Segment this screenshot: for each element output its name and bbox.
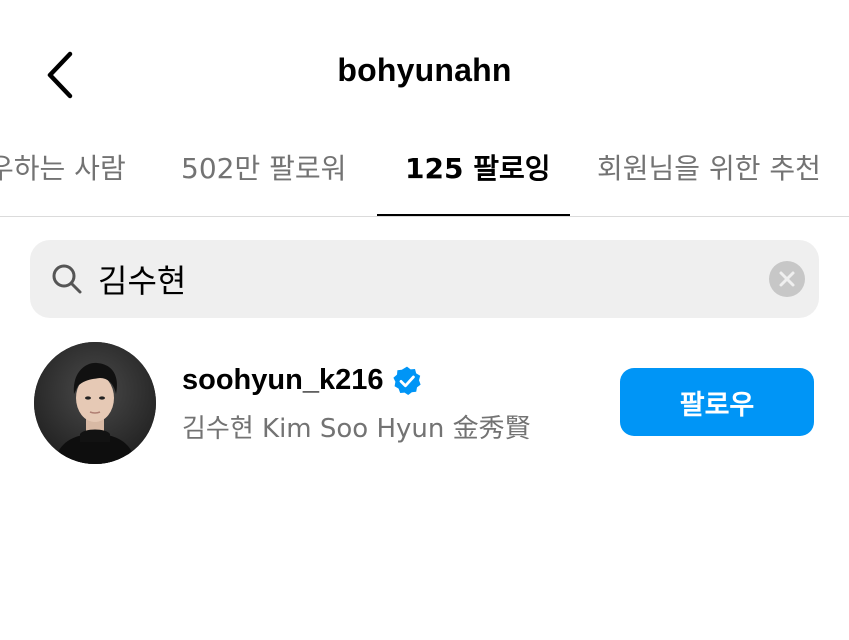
full-name: 김수현 Kim Soo Hyun 金秀賢 (182, 414, 531, 444)
tab-bar: 우하는 사람 502만 팔로워 125 팔로잉 회원님을 위한 추천 (0, 140, 849, 217)
list-item[interactable]: soohyun_k216 김수현 Kim Soo Hyun 金秀賢 팔로우 (0, 338, 849, 468)
following-list-screen: bohyunahn 우하는 사람 502만 팔로워 125 팔로잉 회원님을 위… (0, 0, 849, 640)
active-tab-indicator (377, 214, 570, 216)
header: bohyunahn (0, 0, 849, 140)
follow-button[interactable]: 팔로우 (620, 368, 814, 436)
search-input[interactable] (98, 254, 738, 304)
clear-circle-icon[interactable] (768, 260, 806, 298)
username[interactable]: soohyun_k216 (182, 364, 383, 397)
tab-followers-you-know[interactable]: 우하는 사람 (0, 140, 126, 216)
search-bar[interactable] (30, 240, 819, 318)
username-line: soohyun_k216 (182, 364, 423, 397)
page-title: bohyunahn (337, 52, 512, 88)
search-icon (52, 264, 82, 294)
avatar-image (34, 342, 156, 464)
tab-followers[interactable]: 502만 팔로워 (181, 140, 346, 216)
verified-badge-icon (393, 366, 422, 395)
tab-following[interactable]: 125 팔로잉 (405, 140, 550, 216)
tab-suggested[interactable]: 회원님을 위한 추천 (597, 140, 821, 216)
avatar[interactable] (34, 342, 156, 464)
